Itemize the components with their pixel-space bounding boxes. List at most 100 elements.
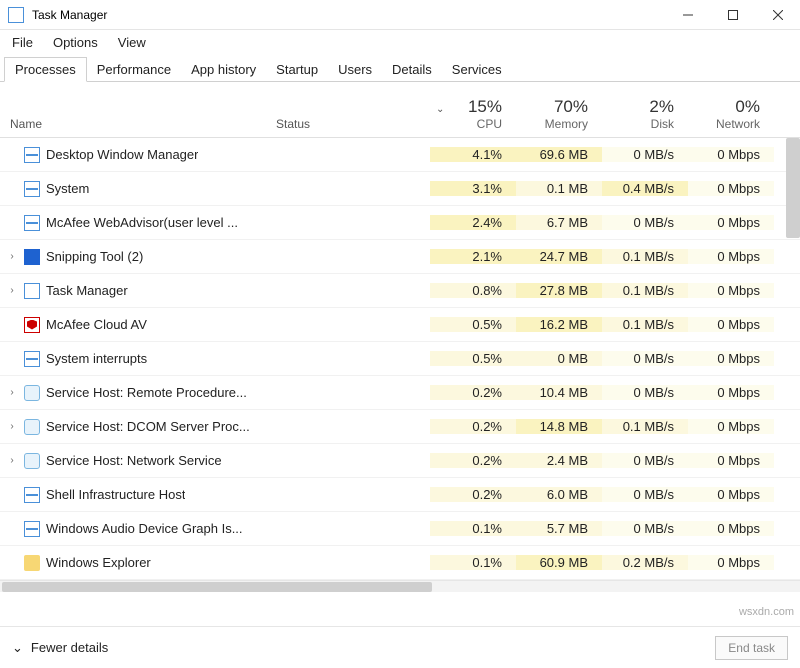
column-headers: Name Status ⌄ 15% CPU 70% Memory 2% Disk… — [0, 82, 800, 138]
col-header-cpu[interactable]: ⌄ 15% CPU — [430, 98, 516, 137]
process-name: Service Host: Network Service — [46, 453, 222, 468]
network-cell: 0 Mbps — [688, 453, 774, 468]
process-name: System — [46, 181, 89, 196]
disk-cell: 0 MB/s — [602, 351, 688, 366]
process-icon — [24, 283, 40, 299]
memory-cell: 16.2 MB — [516, 317, 602, 332]
sort-caret-icon: ⌄ — [436, 104, 444, 115]
fewer-details-toggle[interactable]: ⌄ Fewer details — [12, 640, 108, 656]
process-icon — [24, 181, 40, 197]
table-row[interactable]: Windows Explorer0.1%60.9 MB0.2 MB/s0 Mbp… — [0, 546, 800, 580]
memory-cell: 5.7 MB — [516, 521, 602, 536]
network-cell: 0 Mbps — [688, 317, 774, 332]
table-row[interactable]: System interrupts0.5%0 MB0 MB/s0 Mbps — [0, 342, 800, 376]
horizontal-scrollbar[interactable] — [0, 580, 800, 592]
table-row[interactable]: McAfee WebAdvisor(user level ...2.4%6.7 … — [0, 206, 800, 240]
disk-cell: 0 MB/s — [602, 215, 688, 230]
col-header-disk[interactable]: 2% Disk — [602, 98, 688, 137]
table-row[interactable]: Shell Infrastructure Host0.2%6.0 MB0 MB/… — [0, 478, 800, 512]
table-row[interactable]: Desktop Window Manager4.1%69.6 MB0 MB/s0… — [0, 138, 800, 172]
table-row[interactable]: › Service Host: DCOM Server Proc... 0.2%14… — [0, 410, 800, 444]
process-name: System interrupts — [46, 351, 147, 366]
process-icon — [24, 249, 40, 265]
memory-cell: 0.1 MB — [516, 181, 602, 196]
expander-icon[interactable]: › — [6, 421, 18, 432]
cpu-cell: 0.2% — [430, 385, 516, 400]
tab-services[interactable]: Services — [442, 58, 512, 81]
cpu-cell: 2.1% — [430, 249, 516, 264]
table-row[interactable]: McAfee Cloud AV0.5%16.2 MB0.1 MB/s0 Mbps — [0, 308, 800, 342]
end-task-button[interactable]: End task — [715, 636, 788, 660]
table-row[interactable]: ›Service Host: Network Service0.2%2.4 MB… — [0, 444, 800, 478]
maximize-button[interactable] — [710, 0, 755, 30]
close-button[interactable] — [755, 0, 800, 30]
col-header-network[interactable]: 0% Network — [688, 98, 774, 137]
tab-performance[interactable]: Performance — [87, 58, 181, 81]
vertical-scrollbar[interactable] — [786, 138, 800, 238]
table-row[interactable]: › Task Manager 0.8%27.8 MB0.1 MB/s0 Mbps — [0, 274, 800, 308]
disk-cell: 0 MB/s — [602, 521, 688, 536]
cpu-label: CPU — [477, 117, 502, 131]
expander-icon[interactable]: › — [6, 285, 18, 296]
process-name: Desktop Window Manager — [46, 147, 198, 162]
cpu-cell: 0.8% — [430, 283, 516, 298]
menu-file[interactable]: File — [4, 33, 41, 52]
network-cell: 0 Mbps — [688, 249, 774, 264]
cpu-cell: 0.5% — [430, 351, 516, 366]
menu-view[interactable]: View — [110, 33, 154, 52]
process-name: Service Host: DCOM Server Proc... — [46, 419, 250, 434]
table-row[interactable]: ›Snipping Tool (2)2.1%24.7 MB0.1 MB/s0 M… — [0, 240, 800, 274]
table-row[interactable]: ›Service Host: Remote Procedure...0.2%10… — [0, 376, 800, 410]
memory-cell: 10.4 MB — [516, 385, 602, 400]
network-cell: 0 Mbps — [688, 521, 774, 536]
expander-icon[interactable]: › — [6, 251, 18, 262]
tab-app-history[interactable]: App history — [181, 58, 266, 81]
table-row[interactable]: Windows Audio Device Graph Is...0.1%5.7 … — [0, 512, 800, 546]
menubar: File Options View — [0, 30, 800, 54]
cpu-cell: 0.5% — [430, 317, 516, 332]
expander-icon[interactable]: › — [6, 455, 18, 466]
disk-cell: 0 MB/s — [602, 487, 688, 502]
process-name: McAfee Cloud AV — [46, 317, 147, 332]
process-icon — [24, 385, 40, 401]
disk-cell: 0.1 MB/s — [602, 283, 688, 298]
memory-cell: 27.8 MB — [516, 283, 602, 298]
process-name: Task Manager — [46, 283, 128, 298]
process-name: Snipping Tool (2) — [46, 249, 143, 264]
cpu-cell: 0.2% — [430, 487, 516, 502]
tab-users[interactable]: Users — [328, 58, 382, 81]
process-icon — [24, 147, 40, 163]
network-cell: 0 Mbps — [688, 487, 774, 502]
network-label: Network — [716, 117, 760, 131]
tab-processes[interactable]: Processes — [4, 57, 87, 82]
tab-startup[interactable]: Startup — [266, 58, 328, 81]
network-cell: 0 Mbps — [688, 181, 774, 196]
network-cell: 0 Mbps — [688, 419, 774, 434]
expander-icon[interactable]: › — [6, 387, 18, 398]
cpu-cell: 0.1% — [430, 521, 516, 536]
scrollbar-thumb[interactable] — [2, 582, 432, 592]
app-icon — [8, 7, 24, 23]
memory-cell: 14.8 MB — [516, 419, 602, 434]
window-title: Task Manager — [32, 8, 107, 22]
cpu-cell: 3.1% — [430, 181, 516, 196]
col-header-status[interactable]: Status — [276, 117, 430, 137]
menu-options[interactable]: Options — [45, 33, 106, 52]
disk-cell: 0.4 MB/s — [602, 181, 688, 196]
network-cell: 0 Mbps — [688, 283, 774, 298]
table-row[interactable]: System 3.1%0.1 MB0.4 MB/s0 Mbps — [0, 172, 800, 206]
col-header-name[interactable]: Name — [0, 117, 276, 137]
process-icon — [24, 487, 40, 503]
minimize-button[interactable] — [665, 0, 710, 30]
tab-details[interactable]: Details — [382, 58, 442, 81]
memory-label: Memory — [545, 117, 588, 131]
tab-bar: Processes Performance App history Startu… — [0, 54, 800, 82]
memory-usage-pct: 70% — [516, 98, 588, 117]
process-icon — [24, 453, 40, 469]
process-name: Shell Infrastructure Host — [46, 487, 185, 502]
disk-cell: 0 MB/s — [602, 453, 688, 468]
memory-cell: 60.9 MB — [516, 555, 602, 570]
network-cell: 0 Mbps — [688, 385, 774, 400]
cpu-cell: 0.2% — [430, 419, 516, 434]
col-header-memory[interactable]: 70% Memory — [516, 98, 602, 137]
